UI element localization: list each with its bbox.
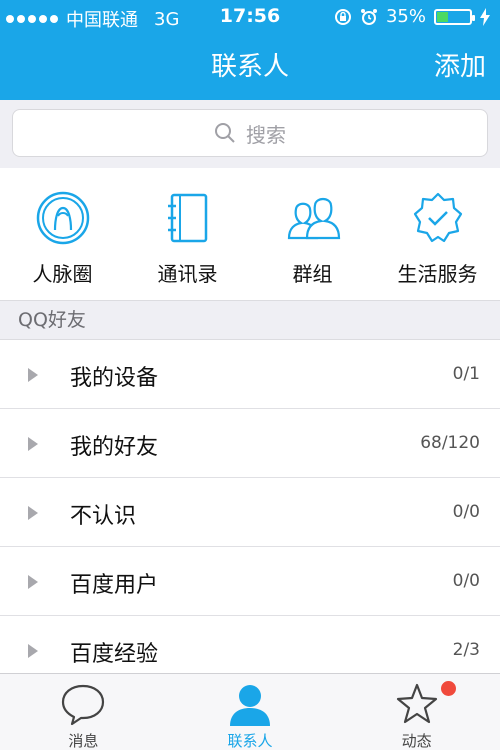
group-row-baidu-experience[interactable]: 百度经验 2/3	[0, 616, 500, 673]
rotation-lock-icon	[334, 8, 351, 25]
quick-actions: 人脉圈 通讯录 群组 生活服务	[0, 168, 500, 300]
add-button[interactable]: 添加	[434, 46, 486, 83]
group-count: 2/3	[452, 640, 480, 660]
quick-action-label: 通讯录	[157, 262, 218, 286]
alarm-icon	[360, 8, 377, 25]
expand-arrow-icon	[28, 368, 38, 382]
quick-action-services[interactable]: 生活服务	[375, 168, 500, 300]
group-row-friends[interactable]: 我的好友 68/120	[0, 409, 500, 478]
battery-percent: 35%	[385, 6, 426, 27]
header: 中国联通 3G 17:56 35% 联系人 添加	[0, 0, 500, 100]
quick-action-network[interactable]: 人脉圈	[0, 168, 125, 300]
chat-bubble-icon	[62, 684, 105, 726]
person-circle-icon	[36, 191, 89, 245]
status-bar: 中国联通 3G 17:56 35%	[0, 0, 500, 34]
expand-arrow-icon	[28, 437, 38, 451]
group-count: 0/1	[452, 364, 480, 384]
group-name: 百度用户	[70, 573, 159, 598]
tab-messages[interactable]: 消息	[0, 674, 167, 750]
group-name: 百度经验	[70, 642, 159, 667]
charging-icon	[480, 7, 490, 26]
group-name: 我的设备	[70, 366, 159, 391]
tab-label: 动态	[401, 732, 432, 750]
group-icon	[287, 197, 340, 240]
search-icon	[215, 123, 235, 143]
group-row-devices[interactable]: 我的设备 0/1	[0, 340, 500, 409]
page-title: 联系人	[210, 52, 289, 82]
tab-label: 消息	[68, 732, 99, 750]
address-book-icon	[167, 193, 207, 243]
group-row-baidu-users[interactable]: 百度用户 0/0	[0, 547, 500, 616]
tab-contacts[interactable]: 联系人	[167, 674, 334, 750]
search-area: 搜索	[0, 100, 500, 168]
quick-action-label: 生活服务	[397, 262, 478, 286]
tab-moments[interactable]: 动态	[333, 674, 500, 750]
search-input[interactable]: 搜索	[12, 109, 488, 157]
tab-label: 联系人	[227, 732, 273, 750]
quick-action-contacts[interactable]: 通讯录	[125, 168, 250, 300]
battery-icon	[434, 8, 475, 25]
tab-bar: 消息 联系人 动态	[0, 673, 500, 750]
expand-arrow-icon	[28, 644, 38, 658]
group-count: 68/120	[420, 433, 480, 453]
expand-arrow-icon	[28, 575, 38, 589]
quick-action-label: 群组	[292, 262, 333, 286]
notification-dot	[441, 681, 456, 696]
expand-arrow-icon	[28, 506, 38, 520]
battery-level	[437, 11, 448, 22]
group-count: 0/0	[452, 502, 480, 522]
group-count: 0/0	[452, 571, 480, 591]
group-name: 不认识	[70, 504, 137, 529]
group-row-strangers[interactable]: 不认识 0/0	[0, 478, 500, 547]
quick-action-label: 人脉圈	[32, 262, 93, 286]
badge-check-icon	[413, 192, 462, 243]
quick-action-groups[interactable]: 群组	[250, 168, 375, 300]
group-name: 我的好友	[70, 435, 159, 460]
star-icon	[396, 683, 437, 724]
section-header: QQ好友	[0, 300, 500, 340]
person-icon	[230, 685, 270, 726]
status-right: 35%	[334, 6, 490, 27]
friend-group-list: 我的设备 0/1 我的好友 68/120 不认识 0/0 百度用户 0/0 百度…	[0, 340, 500, 673]
search-placeholder: 搜索	[246, 122, 286, 147]
